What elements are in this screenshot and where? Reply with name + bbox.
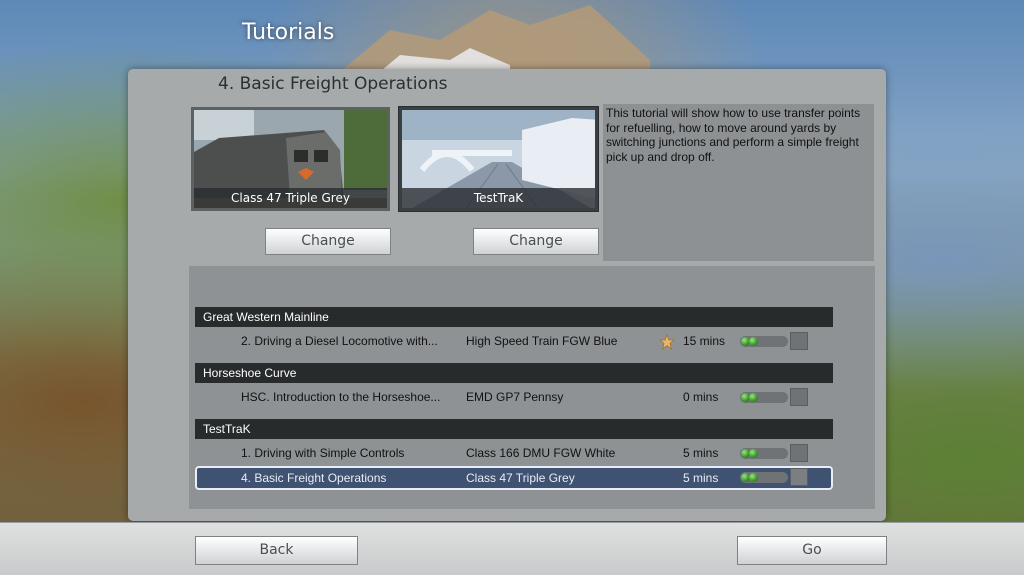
tutorial-loco: Class 166 DMU FGW White: [466, 446, 616, 460]
tutorial-loco: High Speed Train FGW Blue: [466, 334, 618, 348]
tutorial-row[interactable]: HSC. Introduction to the Horseshoe... EM…: [195, 386, 833, 408]
progress-dots-icon: [740, 336, 788, 347]
tutorial-loco: EMD GP7 Pennsy: [466, 390, 564, 404]
tutorial-time: 15 mins: [683, 334, 726, 348]
progress-dots-icon: [740, 392, 788, 403]
route-caption: TestTraK: [402, 188, 595, 208]
checkbox-icon[interactable]: [790, 468, 808, 486]
tutorial-time: 0 mins: [683, 390, 719, 404]
tutorial-name: HSC. Introduction to the Horseshoe...: [241, 390, 441, 404]
change-locomotive-button[interactable]: Change: [265, 228, 391, 255]
tutorial-time: 5 mins: [683, 446, 719, 460]
group-header: TestTraK: [195, 419, 833, 439]
star-icon: [659, 334, 675, 350]
checkbox-icon[interactable]: [790, 444, 808, 462]
tutorial-name: 2. Driving a Diesel Locomotive with...: [241, 334, 438, 348]
locomotive-caption: Class 47 Triple Grey: [194, 188, 387, 208]
footer-bar: Back Go: [0, 522, 1024, 575]
screen-title: Tutorials: [242, 20, 335, 45]
progress-dots-icon: [740, 472, 788, 483]
tutorial-row[interactable]: 1. Driving with Simple Controls Class 16…: [195, 442, 833, 464]
tutorial-heading: 4. Basic Freight Operations: [218, 74, 448, 94]
change-route-button[interactable]: Change: [473, 228, 599, 255]
tutorial-row[interactable]: 2. Driving a Diesel Locomotive with... H…: [195, 330, 833, 352]
back-button[interactable]: Back: [195, 536, 358, 565]
tutorial-name: 1. Driving with Simple Controls: [241, 446, 405, 460]
tutorial-loco: Class 47 Triple Grey: [466, 471, 575, 485]
progress-dots-icon: [740, 448, 788, 459]
locomotive-thumbnail: Class 47 Triple Grey: [191, 107, 390, 211]
tutorial-panel: 4. Basic Freight Operations Class 47 Tri…: [128, 69, 886, 521]
route-thumbnail: TestTraK: [398, 106, 599, 212]
group-header: Horseshoe Curve: [195, 363, 833, 383]
tutorial-description: This tutorial will show how to use trans…: [603, 104, 874, 261]
group-header: Great Western Mainline: [195, 307, 833, 327]
tutorial-time: 5 mins: [683, 471, 719, 485]
checkbox-icon[interactable]: [790, 332, 808, 350]
tutorial-list: Great Western Mainline 2. Driving a Dies…: [189, 266, 875, 509]
tutorial-name: 4. Basic Freight Operations: [241, 471, 387, 485]
checkbox-icon[interactable]: [790, 388, 808, 406]
background-mountain: [330, 5, 650, 80]
go-button[interactable]: Go: [737, 536, 887, 565]
tutorial-row-selected[interactable]: 4. Basic Freight Operations Class 47 Tri…: [195, 466, 833, 490]
